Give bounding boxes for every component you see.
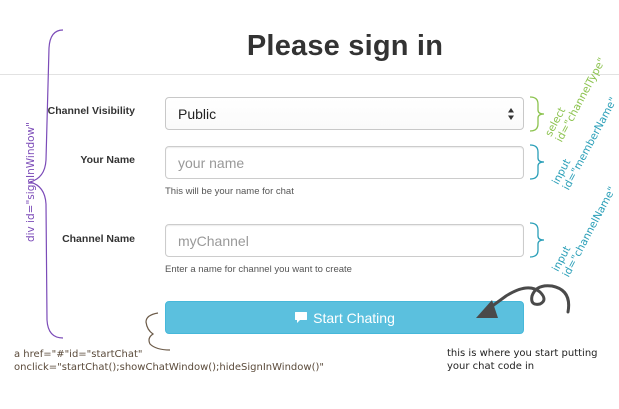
your-name-help: This will be your name for chat: [165, 186, 294, 197]
start-chat-button[interactable]: Start Chating: [165, 301, 524, 334]
channel-name-label: Channel Name: [62, 233, 135, 245]
signin-window-annotation: div id="signInWindow": [25, 121, 37, 243]
select-brace: [529, 96, 545, 132]
channel-name-help: Enter a name for channel you want to cre…: [165, 264, 352, 275]
channel-visibility-label: Channel Visibility: [47, 105, 135, 117]
chat-code-note: this is where you start putting your cha…: [447, 348, 598, 372]
member-name-input[interactable]: [165, 146, 524, 179]
channel-name-annotation: input id="channelName": [550, 184, 619, 280]
select-arrows-icon: [507, 107, 515, 121]
channel-visibility-value: Public: [178, 105, 217, 122]
channel-visibility-select[interactable]: Public: [165, 97, 524, 130]
your-name-label: Your Name: [80, 154, 135, 166]
title-divider: [0, 74, 619, 75]
page-title: Please sign in: [246, 30, 444, 62]
start-chat-label: Start Chating: [313, 309, 395, 326]
channel-name-brace: [529, 222, 545, 258]
member-name-brace: [529, 144, 545, 180]
comment-icon: [294, 311, 308, 324]
start-chat-link-annotation: a href="#"id="startChat" onclick="startC…: [14, 349, 324, 373]
channel-name-input[interactable]: [165, 224, 524, 257]
